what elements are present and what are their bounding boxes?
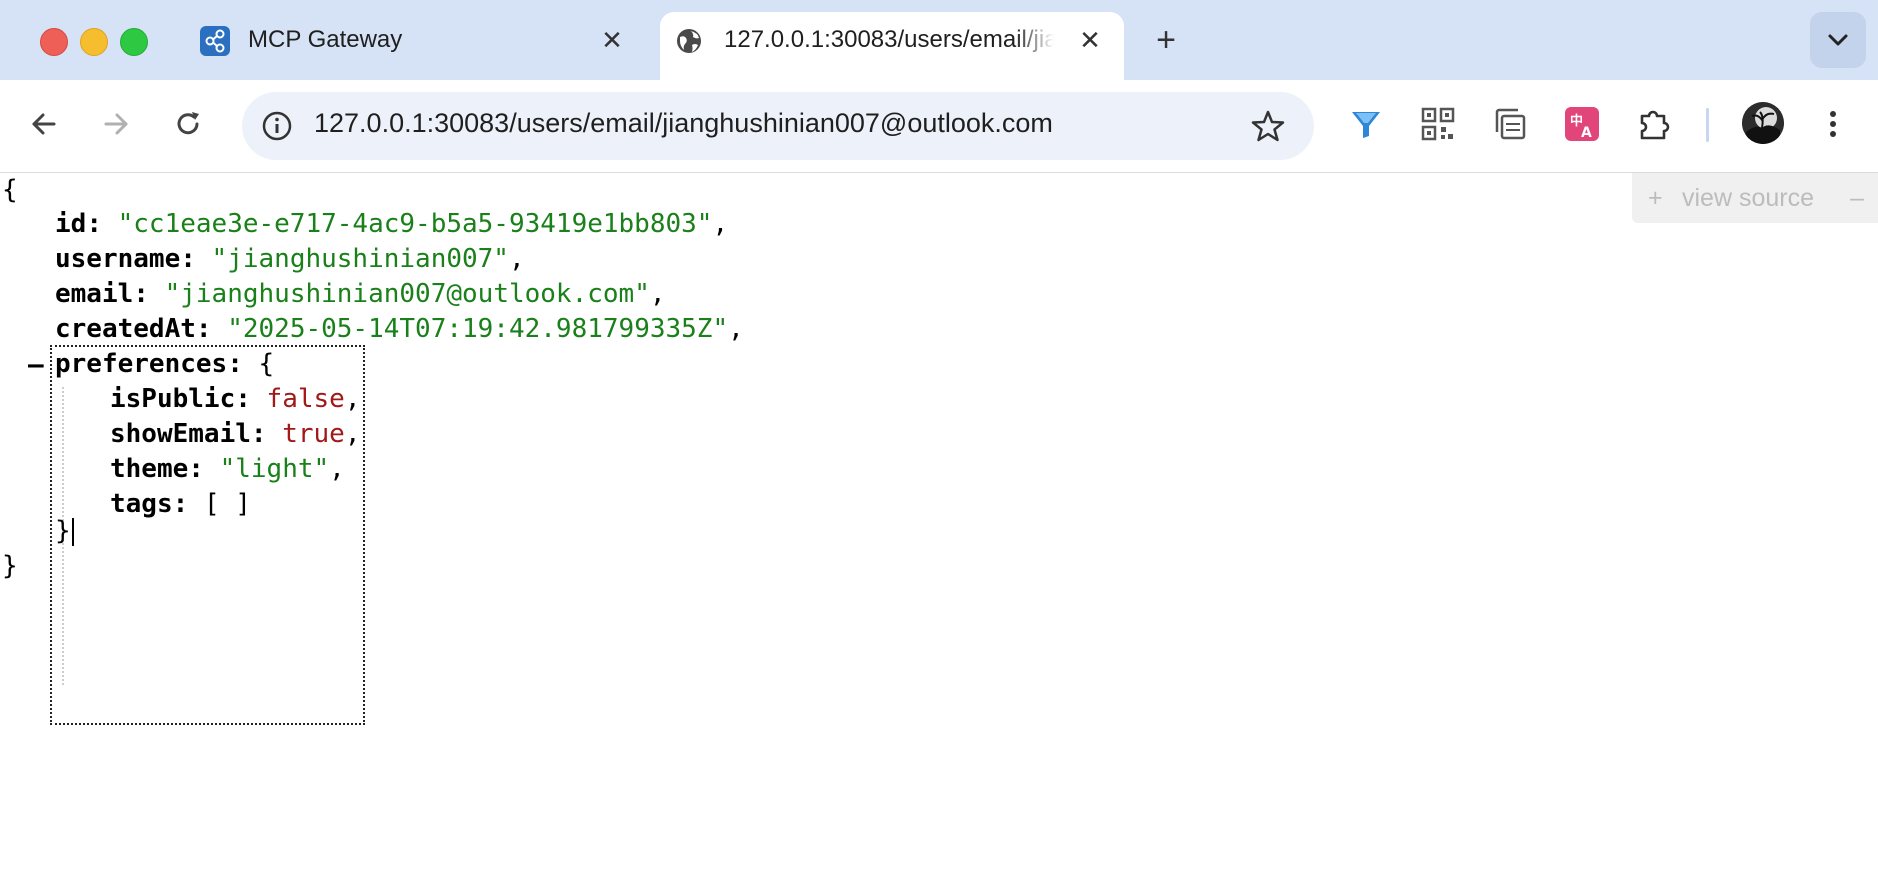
address-bar[interactable]: 127.0.0.1:30083/users/email/jianghushini… xyxy=(242,92,1314,160)
json-close-brace: } xyxy=(55,516,71,546)
back-button[interactable] xyxy=(24,104,64,144)
kebab-menu-icon xyxy=(1830,111,1836,137)
new-tab-button[interactable]: + xyxy=(1148,22,1184,58)
json-key: preferences xyxy=(55,349,228,379)
close-tab-icon[interactable]: ✕ xyxy=(1076,26,1104,54)
json-key: isPublic xyxy=(110,384,236,414)
json-line-preferences[interactable]: preferences: { xyxy=(55,347,274,381)
funnel-extension-icon[interactable] xyxy=(1346,104,1386,144)
reload-icon xyxy=(177,112,199,135)
forward-button[interactable] xyxy=(96,104,136,144)
tab-search-button[interactable] xyxy=(1810,12,1866,68)
close-window-button[interactable] xyxy=(40,28,68,56)
browser-menu-button[interactable] xyxy=(1818,104,1848,144)
svg-text:A: A xyxy=(1581,125,1592,141)
json-string-value: "jianghushinian007" xyxy=(211,244,509,274)
json-array-value: [ ] xyxy=(203,489,251,519)
json-line-username: username: "jianghushinian007", xyxy=(55,244,525,274)
close-tab-icon[interactable]: ✕ xyxy=(598,26,626,54)
collapse-toggle[interactable]: – xyxy=(28,348,44,382)
json-string-value: "2025-05-14T07:19:42.981799335Z" xyxy=(227,314,729,344)
json-key: username xyxy=(55,244,181,274)
site-info-icon[interactable] xyxy=(260,109,294,143)
url-text[interactable]: 127.0.0.1:30083/users/email/jianghushini… xyxy=(314,108,1053,139)
json-close-brace: } xyxy=(2,551,18,581)
json-open-brace: { xyxy=(2,175,18,205)
tab-strip: MCP Gateway ✕ 127.0.0.1:30083/users/emai… xyxy=(0,0,1878,80)
tab-user-json[interactable]: 127.0.0.1:30083/users/email/jianghushini… xyxy=(660,12,1124,80)
arrow-left-icon xyxy=(32,113,56,135)
qr-code-extension-icon[interactable] xyxy=(1418,104,1458,144)
expand-all-icon[interactable]: + xyxy=(1648,173,1663,223)
tab-title: 127.0.0.1:30083/users/email/jianghushini… xyxy=(724,26,1054,53)
json-line-showEmail: showEmail: true, xyxy=(110,419,361,449)
tab-title: MCP Gateway xyxy=(248,26,403,53)
copy-pages-extension-icon[interactable] xyxy=(1490,104,1530,144)
maximize-window-button[interactable] xyxy=(120,28,148,56)
json-viewer: { id: "cc1eae3e-e717-4ac9-b5a5-93419e1bb… xyxy=(0,173,1878,892)
json-string-value: "jianghushinian007@outlook.com" xyxy=(164,279,650,309)
chevron-down-icon xyxy=(1828,34,1848,46)
arrow-right-icon xyxy=(104,113,128,135)
json-key: tags xyxy=(110,489,173,519)
text-caret xyxy=(71,517,74,546)
json-line-theme: theme: "light", xyxy=(110,454,345,484)
json-key: theme xyxy=(110,454,189,484)
translate-extension-icon[interactable]: 中 A xyxy=(1562,104,1602,144)
json-string-value: "light" xyxy=(219,454,330,484)
view-source-button[interactable]: + view source – xyxy=(1632,173,1878,223)
reload-button[interactable] xyxy=(168,104,208,144)
json-line-createdAt: createdAt: "2025-05-14T07:19:42.98179933… xyxy=(55,314,744,344)
share-nodes-icon xyxy=(200,26,230,56)
json-line-isPublic: isPublic: false, xyxy=(110,384,361,414)
tab-mcp-gateway[interactable]: MCP Gateway ✕ xyxy=(186,12,646,80)
view-source-label[interactable]: view source xyxy=(1682,173,1814,223)
tree-silhouette-icon xyxy=(1742,102,1784,144)
json-inner-close: } xyxy=(55,514,74,548)
json-line-email: email: "jianghushinian007@outlook.com", xyxy=(55,279,666,309)
json-string-value: "cc1eae3e-e717-4ac9-b5a5-93419e1bb803" xyxy=(117,209,713,239)
json-key: email xyxy=(55,279,134,309)
json-line-tags: tags: [ ] xyxy=(110,489,251,519)
toolbar-separator xyxy=(1706,108,1709,142)
json-key: id xyxy=(55,209,87,239)
url-host: 127.0.0.1 xyxy=(314,108,427,138)
profile-avatar[interactable] xyxy=(1742,102,1784,144)
json-key: showEmail xyxy=(110,419,251,449)
json-boolean-value: true xyxy=(282,419,345,449)
minimize-window-button[interactable] xyxy=(80,28,108,56)
browser-toolbar: 127.0.0.1:30083/users/email/jianghushini… xyxy=(0,80,1878,173)
collapse-all-icon[interactable]: – xyxy=(1850,173,1864,223)
json-key: createdAt xyxy=(55,314,196,344)
puzzle-extensions-icon[interactable] xyxy=(1634,104,1674,144)
json-boolean-value: false xyxy=(266,384,345,414)
bookmark-star-icon[interactable] xyxy=(1250,108,1286,144)
json-line-id: id: "cc1eae3e-e717-4ac9-b5a5-93419e1bb80… xyxy=(55,209,729,239)
globe-icon xyxy=(674,26,704,56)
url-path: :30083/users/email/jianghushinian007@out… xyxy=(426,108,1053,138)
